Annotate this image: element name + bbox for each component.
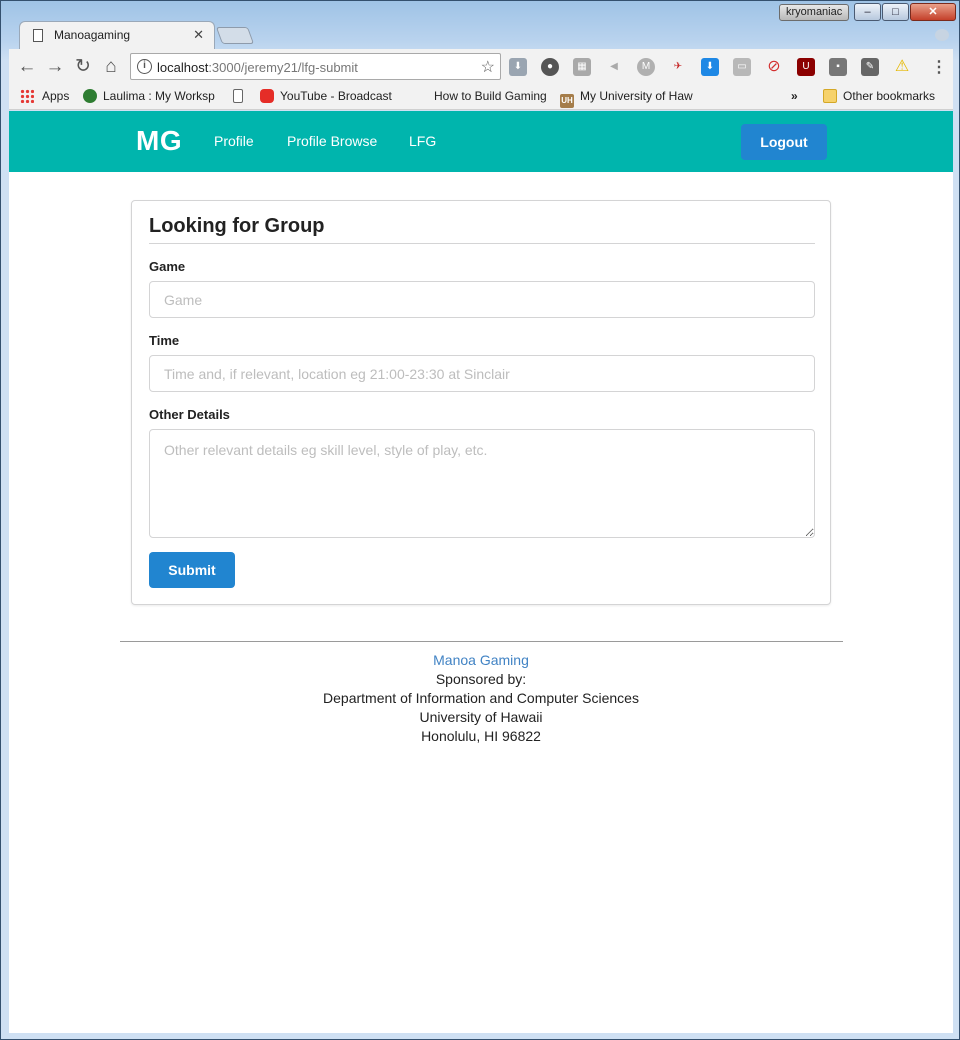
footer-divider (120, 641, 843, 642)
bookmark-other-folder[interactable]: Other bookmarks (823, 89, 935, 103)
tools-extension-icon[interactable]: ✎ (861, 58, 879, 76)
page-viewport: MG Profile Profile Browse LFG Logout Loo… (9, 111, 953, 1033)
bookmark-youtube[interactable]: YouTube - Broadcast (260, 89, 392, 103)
footer-sponsored-by: Sponsored by: (435, 671, 527, 687)
forward-button[interactable]: → (43, 55, 67, 79)
bookmark-laulima[interactable]: Laulima : My Worksp (83, 89, 215, 103)
game-input[interactable] (149, 281, 815, 318)
block-icon[interactable]: ⊘ (765, 58, 783, 76)
nav-lfg[interactable]: LFG (409, 133, 436, 149)
bookmark-apps[interactable]: Apps (20, 89, 69, 103)
site-navbar: MG Profile Profile Browse LFG Logout (9, 111, 953, 172)
page-icon (33, 29, 43, 42)
download-arrow-icon[interactable]: ⬇ (509, 58, 527, 76)
profile-badge[interactable]: kryomaniac (779, 4, 850, 21)
warning-icon[interactable]: ⚠ (893, 58, 911, 76)
browser-tab[interactable]: Manoagaming ✕ (19, 21, 215, 49)
bookmark-university[interactable]: UH My University of Haw (560, 89, 693, 108)
other-details-textarea[interactable] (149, 429, 815, 538)
maximize-button[interactable]: □ (882, 3, 909, 21)
bookmarks-overflow-chevron[interactable]: » (791, 89, 798, 103)
tab-search-icon[interactable] (935, 29, 949, 41)
bird-extension-icon[interactable]: ✈ (669, 58, 687, 76)
image-extension-icon[interactable]: ▦ (573, 58, 591, 76)
bookmark-blank-page[interactable] (233, 89, 249, 103)
bookmark-how-to-build[interactable]: How to Build Gaming (434, 89, 547, 103)
menu-dots-icon[interactable]: ⋮ (931, 57, 947, 77)
uh-icon: UH (560, 94, 574, 108)
footer-manoa-gaming-link[interactable]: Manoa Gaming (9, 651, 953, 670)
footer-university: University of Hawaii (419, 709, 543, 725)
screenshot-extension-icon[interactable]: ▭ (733, 58, 751, 76)
tab-title: Manoagaming (54, 28, 131, 42)
title-divider (149, 243, 815, 244)
save-disk-icon[interactable]: ▪ (829, 58, 847, 76)
back-button[interactable]: ← (15, 55, 39, 79)
logout-button[interactable]: Logout (741, 124, 827, 160)
ublock-icon[interactable]: U (797, 58, 815, 76)
other-details-label: Other Details (149, 407, 230, 422)
brand-logo[interactable]: MG (136, 125, 182, 157)
form-title: Looking for Group (149, 215, 325, 237)
address-bar[interactable]: i localhost:3000/jeremy21/lfg-submit ☆ (130, 53, 501, 80)
film-reel-icon[interactable]: ● (541, 58, 559, 76)
folder-icon (823, 89, 837, 103)
info-icon[interactable]: i (137, 59, 152, 74)
close-window-button[interactable]: ✕ (910, 3, 956, 21)
footer-department: Department of Information and Computer S… (323, 690, 639, 706)
site-footer: Manoa Gaming Sponsored by: Department of… (9, 651, 953, 746)
mega-icon[interactable]: M (637, 58, 655, 76)
time-input[interactable] (149, 355, 815, 392)
download-manager-icon[interactable]: ⬇ (701, 58, 719, 76)
page-icon (233, 89, 243, 103)
bookmarks-bar: Apps Laulima : My Worksp YouTube - Broad… (9, 85, 953, 110)
game-label: Game (149, 259, 186, 274)
browser-toolbar: ← → ↻ ⌂ i localhost:3000/jeremy21/lfg-su… (9, 49, 953, 85)
time-label: Time (149, 333, 180, 348)
bookmark-star-icon[interactable]: ☆ (481, 57, 495, 77)
tab-close-icon[interactable]: ✕ (193, 27, 204, 43)
browser-window: kryomaniac – □ ✕ Manoagaming ✕ ← → ↻ ⌂ i… (0, 0, 960, 1040)
nav-profile[interactable]: Profile (214, 133, 254, 149)
leaf-icon (83, 89, 97, 103)
url-text: localhost:3000/jeremy21/lfg-submit (157, 60, 358, 75)
footer-address: Honolulu, HI 96822 (421, 728, 541, 744)
youtube-icon (260, 89, 274, 103)
speaker-icon[interactable]: ◀ (605, 58, 623, 76)
reload-button[interactable]: ↻ (71, 55, 95, 79)
minimize-button[interactable]: – (854, 3, 881, 21)
apps-grid-icon (20, 89, 34, 103)
lfg-form-card: Looking for Group Game Time Other Detail… (131, 200, 831, 605)
nav-profile-browse[interactable]: Profile Browse (287, 133, 377, 149)
home-button[interactable]: ⌂ (99, 55, 123, 79)
submit-button[interactable]: Submit (149, 552, 235, 588)
new-tab-button[interactable] (215, 27, 255, 44)
